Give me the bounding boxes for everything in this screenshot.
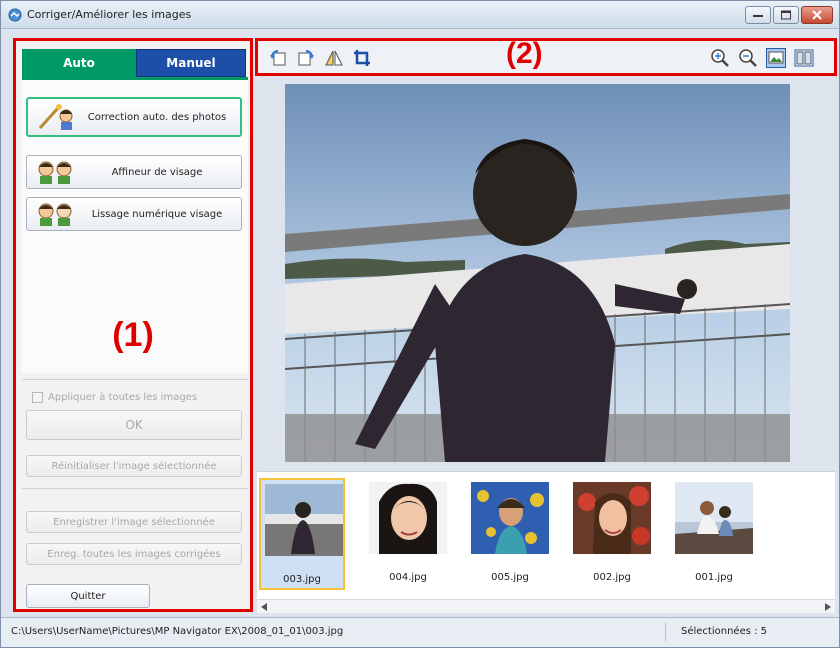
close-button[interactable] — [801, 6, 833, 24]
thumbnail-001[interactable]: 001.jpg — [671, 478, 757, 590]
auto-photo-fix-button[interactable]: Correction auto. des photos — [26, 97, 242, 137]
ok-button[interactable]: OK — [26, 410, 242, 440]
scroll-right-icon[interactable] — [825, 603, 831, 611]
quit-label: Quitter — [70, 590, 106, 602]
main-preview-image[interactable] — [285, 84, 790, 462]
apply-all-row[interactable]: Appliquer à toutes les images — [32, 392, 197, 403]
digital-face-smoothing-button[interactable]: Lissage numérique visage — [26, 197, 242, 231]
apply-all-label: Appliquer à toutes les images — [48, 392, 198, 403]
preview-photo — [285, 84, 790, 462]
status-bar: C:\Users\UserName\Pictures\MP Navigator … — [1, 617, 839, 647]
thumbnail-label: 002.jpg — [593, 572, 631, 583]
maximize-icon — [781, 10, 791, 20]
thumbnail-strip: 003.jpg 004.jpg 005.jpg 002.jpg 001.jpg — [257, 471, 835, 599]
thumbnail-002[interactable]: 002.jpg — [569, 478, 655, 590]
thumbnail-scrollbar[interactable] — [257, 599, 835, 613]
rotate-left-icon[interactable] — [268, 48, 288, 68]
quit-button[interactable]: Quitter — [26, 584, 150, 608]
correction-panel: Auto Manuel Correction auto. des photos — [13, 38, 253, 612]
thumbnail-label: 005.jpg — [491, 572, 529, 583]
auto-photo-fix-icon — [38, 104, 73, 130]
reset-selected-button[interactable]: Réinitialiser l'image sélectionnée — [26, 455, 242, 477]
status-selected-count: Sélectionnées : 5 — [681, 626, 768, 637]
thumbnail-005[interactable]: 005.jpg — [467, 478, 553, 590]
region-label-1: (1) — [112, 316, 154, 354]
thumbnail-image — [675, 482, 753, 554]
thumbnail-label: 004.jpg — [389, 572, 427, 583]
app-window: Corriger/Améliorer les images Auto Manue… — [0, 0, 840, 648]
flip-icon[interactable] — [324, 48, 344, 68]
tab-manual[interactable]: Manuel — [136, 49, 246, 77]
rotate-right-icon[interactable] — [296, 48, 316, 68]
thumbnail-003[interactable]: 003.jpg — [259, 478, 345, 590]
close-icon — [812, 10, 822, 20]
status-divider — [665, 622, 666, 642]
save-all-button[interactable]: Enreg. toutes les images corrigées — [26, 543, 242, 565]
face-sharpener-icon — [38, 161, 72, 184]
full-screen-view-icon[interactable] — [766, 48, 786, 68]
thumbnail-image — [265, 484, 343, 556]
minimize-button[interactable] — [745, 6, 771, 24]
window-title: Corriger/Améliorer les images — [27, 8, 192, 21]
reset-selected-label: Réinitialiser l'image sélectionnée — [51, 460, 217, 472]
save-all-label: Enreg. toutes les images corrigées — [47, 548, 221, 560]
thumbnail-image — [573, 482, 651, 554]
ok-label: OK — [125, 418, 143, 432]
thumbnail-label: 001.jpg — [695, 572, 733, 583]
zoom-out-icon[interactable] — [738, 48, 758, 68]
tab-auto[interactable]: Auto — [22, 49, 136, 77]
compare-view-icon[interactable] — [794, 48, 814, 68]
thumbnail-image — [471, 482, 549, 554]
crop-icon[interactable] — [352, 48, 372, 68]
apply-all-checkbox[interactable] — [32, 392, 43, 403]
divider — [22, 379, 248, 380]
status-file-path: C:\Users\UserName\Pictures\MP Navigator … — [11, 626, 344, 637]
region-label-2: (2) — [506, 37, 543, 70]
image-toolbar: (2) — [255, 37, 837, 76]
face-sharpener-button[interactable]: Affineur de visage — [26, 155, 242, 189]
scroll-left-icon[interactable] — [261, 603, 267, 611]
app-icon — [8, 8, 22, 22]
maximize-button[interactable] — [773, 6, 799, 24]
zoom-in-icon[interactable] — [710, 48, 730, 68]
divider — [22, 488, 248, 489]
thumbnail-image — [369, 482, 447, 554]
title-bar[interactable]: Corriger/Améliorer les images — [1, 1, 839, 29]
digital-face-smoothing-icon — [38, 203, 72, 226]
thumbnail-label: 003.jpg — [283, 574, 321, 585]
save-selected-button[interactable]: Enregistrer l'image sélectionnée — [26, 511, 242, 533]
save-selected-label: Enregistrer l'image sélectionnée — [53, 516, 215, 528]
thumbnail-004[interactable]: 004.jpg — [365, 478, 451, 590]
minimize-icon — [753, 15, 763, 17]
